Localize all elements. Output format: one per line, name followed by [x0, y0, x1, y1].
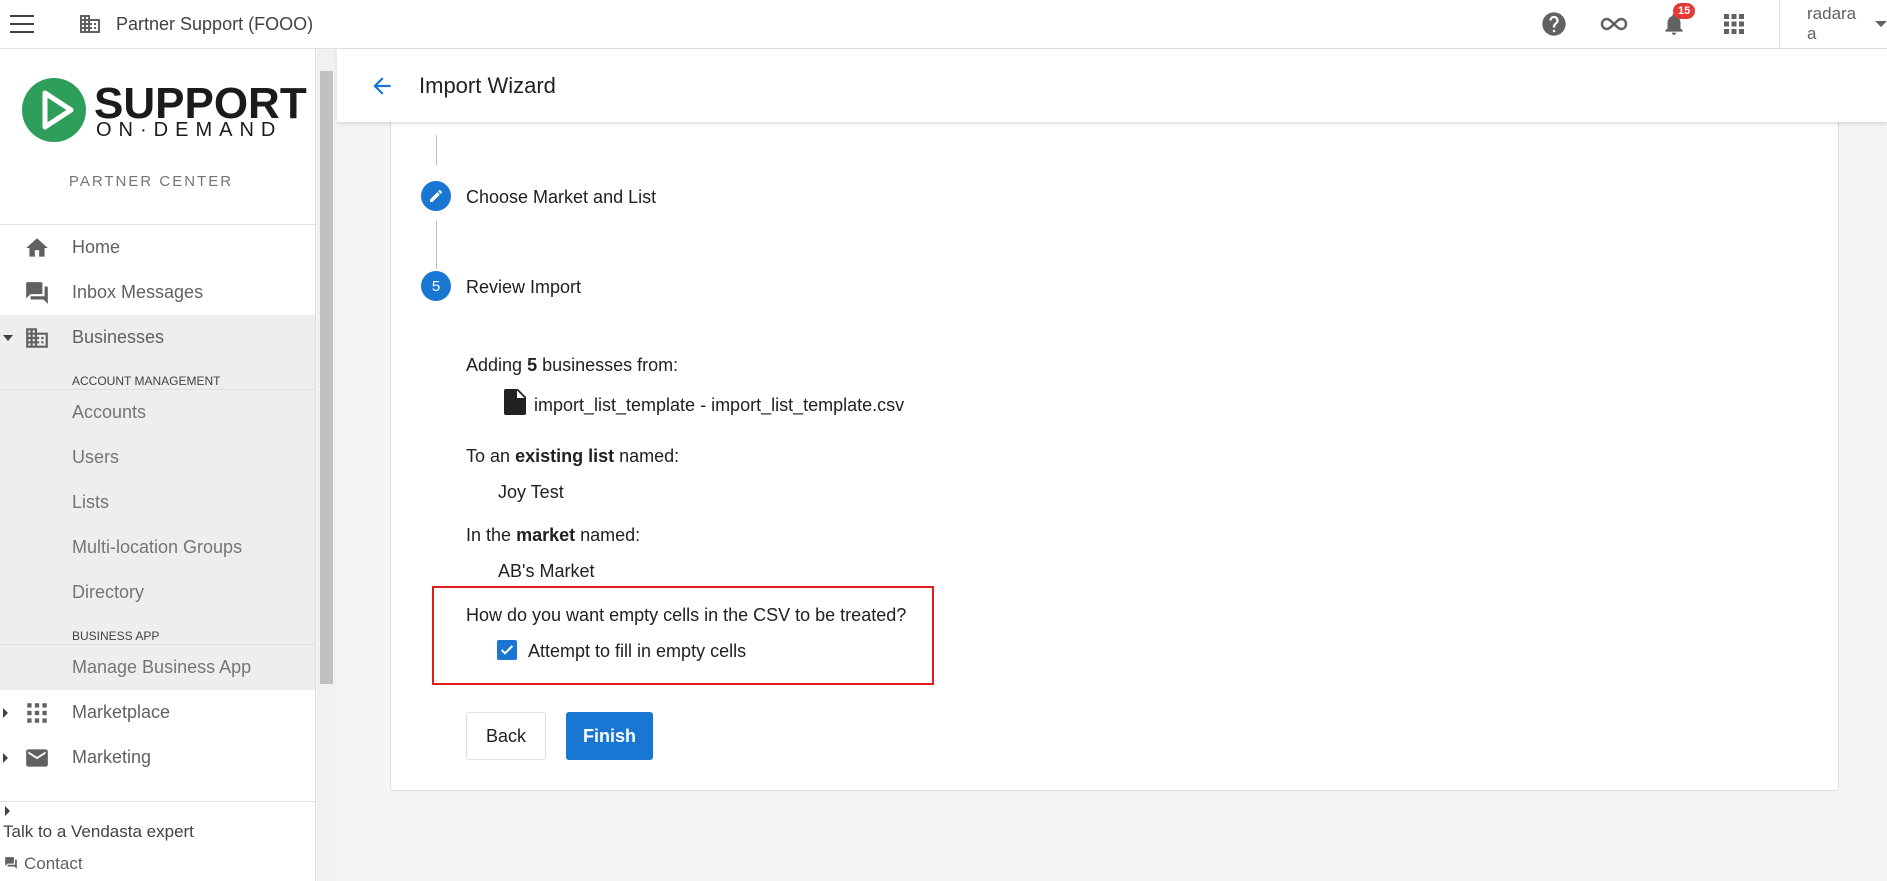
- sidebar-item-marketplace[interactable]: Marketplace: [0, 690, 315, 735]
- play-logo-icon: [22, 78, 86, 142]
- menu-icon[interactable]: [10, 15, 34, 33]
- expand-right-icon: [3, 752, 8, 763]
- expand-right-icon: [3, 707, 8, 718]
- file-icon: [504, 389, 526, 415]
- sidebar-item-label: Home: [72, 237, 121, 257]
- scrollbar-thumb[interactable]: [320, 71, 333, 684]
- sidebar-subitem-lists[interactable]: Lists: [0, 480, 315, 525]
- sidebar-item-home[interactable]: Home: [0, 225, 315, 270]
- sidebar-item-label: Inbox Messages: [72, 282, 204, 302]
- step-connector: [436, 221, 437, 269]
- step-5-label: Review Import: [466, 277, 582, 297]
- home-icon: [26, 238, 48, 257]
- businesses-group: Businesses ACCOUNT MANAGEMENT Accounts U…: [0, 315, 315, 690]
- help-icon[interactable]: [1539, 9, 1569, 39]
- page-title: Import Wizard: [419, 72, 556, 98]
- market-prefix: In the: [466, 525, 512, 545]
- org-name[interactable]: Partner Support (FOOO): [116, 14, 313, 35]
- expand-right-icon: [5, 806, 10, 816]
- talk-to-expert-label[interactable]: Talk to a Vendasta expert: [3, 822, 194, 842]
- sidebar-subitem-directory[interactable]: Directory: [0, 570, 315, 615]
- empty-cells-question: How do you want empty cells in the CSV t…: [466, 605, 907, 625]
- market-summary: In the market named:: [466, 525, 640, 546]
- market-suffix: named:: [580, 525, 641, 545]
- sidebar-subitem-manage-business-app[interactable]: Manage Business App: [0, 645, 315, 690]
- list-bold: existing list: [515, 446, 615, 466]
- section-heading: ACCOUNT MANAGEMENT: [0, 360, 315, 390]
- list-suffix: named:: [619, 446, 680, 466]
- step-4-edit-icon[interactable]: [421, 181, 451, 211]
- sidebar-item-label: Marketplace: [72, 702, 171, 722]
- apps-grid-icon: [27, 703, 47, 723]
- sidebar-footer: Talk to a Vendasta expert Contact: [0, 801, 315, 881]
- user-menu[interactable]: radara a: [1779, 0, 1887, 48]
- mail-icon: [26, 749, 48, 767]
- sidebar-item-businesses[interactable]: Businesses: [0, 315, 315, 360]
- sidebar: SUPPORT ON·DEMAND PARTNER CENTER Home In…: [0, 49, 316, 881]
- sidebar-subitem-accounts[interactable]: Accounts: [0, 390, 315, 435]
- sidebar-item-marketing[interactable]: Marketing: [0, 735, 315, 780]
- market-bold: market: [516, 525, 576, 545]
- adding-prefix: Adding: [466, 355, 523, 375]
- top-bar: Partner Support (FOOO) 15 radara a: [0, 0, 1887, 49]
- logo-area: SUPPORT ON·DEMAND PARTNER CENTER: [0, 49, 315, 225]
- building-icon: [80, 15, 100, 33]
- sidebar-item-label: Businesses: [72, 327, 165, 347]
- sidebar-item-inbox[interactable]: Inbox Messages: [0, 270, 315, 315]
- expand-down-icon: [3, 334, 13, 341]
- step-4-label[interactable]: Choose Market and List: [466, 187, 656, 208]
- caret-down-icon: [1875, 21, 1887, 27]
- adding-suffix: businesses from:: [542, 355, 679, 375]
- adding-count: 5: [527, 355, 538, 375]
- sidebar-subitem-users[interactable]: Users: [0, 435, 315, 480]
- user-name: radara a: [1807, 4, 1857, 43]
- notification-badge: 15: [1673, 3, 1696, 19]
- list-prefix: To an: [466, 446, 511, 466]
- step-5-number: 5: [421, 271, 451, 301]
- apps-grid-icon[interactable]: [1719, 9, 1749, 39]
- back-arrow-icon[interactable]: [369, 73, 395, 99]
- fill-empty-checkbox[interactable]: [497, 640, 517, 660]
- page-header: Import Wizard: [337, 49, 1887, 122]
- highlight-box: [432, 586, 934, 685]
- sidebar-subitem-multi-location-groups[interactable]: Multi-location Groups: [0, 525, 315, 570]
- list-summary: To an existing list named:: [466, 446, 679, 467]
- sidebar-scrollbar[interactable]: [317, 49, 336, 881]
- contact-icon: [5, 857, 17, 869]
- contact-link[interactable]: Contact: [24, 854, 83, 874]
- infinity-icon[interactable]: [1599, 9, 1629, 39]
- fill-empty-label[interactable]: Attempt to fill in empty cells: [528, 641, 746, 662]
- notifications-icon[interactable]: 15: [1659, 3, 1696, 39]
- sidebar-item-label: Marketing: [72, 747, 152, 767]
- file-name: import_list_template - import_list_templ…: [534, 395, 905, 415]
- wizard-card: Choose Market and List 5 Review Import A…: [390, 110, 1839, 791]
- adding-summary: Adding 5 businesses from:: [466, 355, 678, 376]
- finish-button[interactable]: Finish: [566, 712, 653, 760]
- back-button[interactable]: Back: [466, 712, 546, 760]
- list-name: Joy Test: [498, 482, 564, 502]
- building-icon: [26, 328, 48, 348]
- partner-center-label: PARTNER CENTER: [68, 173, 234, 190]
- section-heading: BUSINESS APP: [0, 615, 315, 645]
- market-name: AB's Market: [498, 561, 595, 581]
- logo-subtext: ON·DEMAND: [96, 119, 283, 141]
- forum-icon: [26, 282, 48, 304]
- checkmark-icon: [500, 645, 514, 655]
- step-connector: [436, 135, 437, 165]
